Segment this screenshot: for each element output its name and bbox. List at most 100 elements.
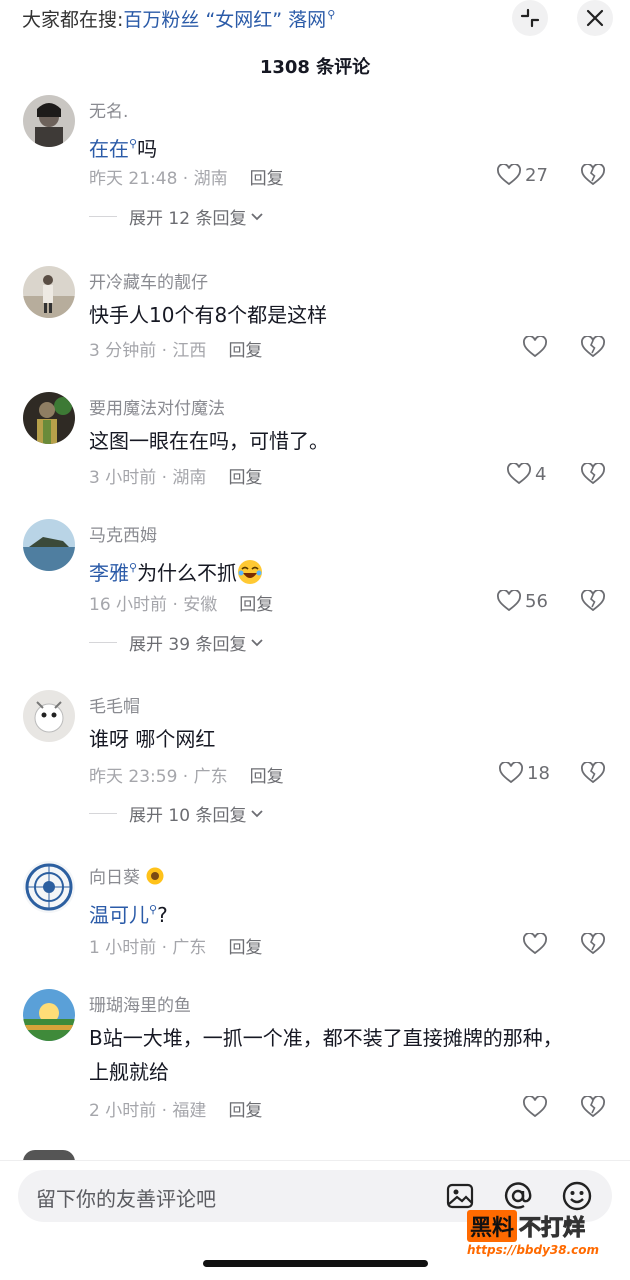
search-icon: ⚲ bbox=[129, 137, 138, 150]
comment-username[interactable]: 马克西姆 bbox=[89, 521, 157, 546]
comment-username[interactable]: 毛毛帽 bbox=[89, 692, 140, 717]
avatar[interactable] bbox=[23, 266, 75, 318]
like-button[interactable]: 56 bbox=[497, 590, 548, 612]
heart-icon bbox=[523, 336, 547, 358]
comment-username[interactable]: 珊瑚海里的鱼 bbox=[89, 991, 191, 1016]
search-suggestion-prefix: 大家都在搜: bbox=[22, 9, 124, 31]
expand-replies-button[interactable]: 展开 39 条回复 bbox=[89, 630, 264, 655]
dislike-button[interactable] bbox=[581, 1095, 605, 1122]
like-count: 4 bbox=[535, 463, 547, 485]
comment-time-location: 3 分钟前 · 江西 bbox=[89, 341, 207, 361]
comment-time-location: 2 小时前 · 福建 bbox=[89, 1101, 207, 1121]
comment-text: 快手人10个有8个都是这样 bbox=[89, 303, 328, 327]
heart-icon bbox=[507, 463, 531, 485]
expand-replies-button[interactable]: 展开 12 条回复 bbox=[89, 204, 264, 229]
broken-heart-icon bbox=[581, 761, 605, 784]
reply-button[interactable]: 回复 bbox=[250, 169, 284, 189]
heart-icon bbox=[523, 933, 547, 955]
comment-text-rest: 吗 bbox=[137, 137, 158, 161]
at-icon[interactable] bbox=[502, 1180, 534, 1212]
close-button[interactable] bbox=[577, 0, 613, 36]
comment-username[interactable]: 要用魔法对付魔法 bbox=[89, 394, 225, 419]
divider bbox=[89, 642, 117, 643]
collapse-button[interactable] bbox=[512, 0, 548, 36]
avatar[interactable] bbox=[23, 690, 75, 742]
heart-icon bbox=[523, 1096, 547, 1118]
broken-heart-icon bbox=[581, 1095, 605, 1118]
avatar[interactable] bbox=[23, 519, 75, 571]
watermark-brand-secondary: 不打烊 bbox=[519, 1216, 586, 1242]
comment-keyword-link[interactable]: 温可儿 bbox=[89, 903, 149, 927]
comment-keyword-link[interactable]: 在在 bbox=[89, 137, 129, 161]
comment-username[interactable]: 无名. bbox=[89, 97, 128, 122]
search-suggestion[interactable]: 大家都在搜:百万粉丝 “女网红” 落网⚲ bbox=[22, 5, 335, 32]
like-button[interactable] bbox=[523, 336, 547, 358]
heart-icon bbox=[497, 590, 521, 612]
dislike-button[interactable] bbox=[581, 589, 605, 616]
comment-username[interactable]: 向日葵 bbox=[89, 863, 165, 888]
reply-button[interactable]: 回复 bbox=[250, 767, 284, 787]
reply-button[interactable]: 回复 bbox=[239, 595, 273, 615]
search-icon: ⚲ bbox=[149, 903, 158, 916]
watermark: 黑料 不打烊 https://bbdy38.com bbox=[467, 1210, 617, 1260]
comment-time-location: 1 小时前 · 广东 bbox=[89, 938, 207, 958]
comment-text: 温可儿⚲? bbox=[89, 893, 604, 932]
comment-username[interactable]: 开冷藏车的靓仔 bbox=[89, 268, 208, 293]
reply-button[interactable]: 回复 bbox=[228, 341, 262, 361]
emoji-icon[interactable] bbox=[561, 1180, 593, 1212]
comment-meta: 3 分钟前 · 江西 回复 bbox=[89, 336, 262, 361]
avatar[interactable] bbox=[23, 95, 75, 147]
dislike-button[interactable] bbox=[581, 335, 605, 362]
avatar[interactable] bbox=[23, 989, 75, 1041]
search-suggestion-keyword[interactable]: 百万粉丝 “女网红” 落网 bbox=[123, 9, 326, 31]
chevron-down-icon bbox=[251, 809, 264, 817]
search-icon: ⚲ bbox=[327, 8, 336, 21]
reply-button[interactable]: 回复 bbox=[228, 1101, 262, 1121]
collapse-icon bbox=[520, 8, 540, 28]
like-button[interactable] bbox=[523, 1096, 547, 1118]
comment-input-placeholder: 留下你的友善评论吧 bbox=[36, 1187, 216, 1211]
expand-replies-button[interactable]: 展开 10 条回复 bbox=[89, 801, 264, 826]
close-icon bbox=[586, 9, 604, 27]
heart-icon bbox=[499, 762, 523, 784]
like-count: 27 bbox=[525, 164, 548, 186]
comment-text: 在在⚲吗 bbox=[89, 127, 604, 166]
watermark-url: https://bbdy38.com bbox=[467, 1243, 600, 1257]
avatar[interactable] bbox=[23, 392, 75, 444]
like-count: 56 bbox=[525, 590, 548, 612]
dislike-button[interactable] bbox=[581, 761, 605, 788]
like-button[interactable]: 27 bbox=[497, 164, 548, 186]
laughing-emoji-icon bbox=[238, 560, 263, 584]
comment-time-location: 昨天 21:48 · 湖南 bbox=[89, 169, 228, 189]
home-indicator[interactable] bbox=[203, 1260, 428, 1267]
broken-heart-icon bbox=[581, 163, 605, 186]
like-button[interactable]: 18 bbox=[499, 762, 550, 784]
avatar[interactable] bbox=[23, 861, 75, 913]
expand-replies-label: 展开 39 条回复 bbox=[129, 635, 247, 655]
username-text: 向日葵 bbox=[89, 868, 140, 888]
broken-heart-icon bbox=[581, 932, 605, 955]
comment-keyword-link[interactable]: 李雅 bbox=[89, 561, 129, 585]
comment-time-location: 3 小时前 · 湖南 bbox=[89, 468, 207, 488]
comment-text: B站一大堆，一抓一个准，都不装了直接摊牌的那种， 上舰就给 bbox=[89, 1021, 604, 1089]
comment-meta: 2 小时前 · 福建 回复 bbox=[89, 1096, 262, 1121]
comment-text: 李雅⚲为什么不抓 bbox=[89, 551, 604, 590]
dislike-button[interactable] bbox=[581, 163, 605, 190]
image-icon[interactable] bbox=[444, 1180, 476, 1212]
comment-text-line: 上舰就给 bbox=[89, 1060, 169, 1084]
divider bbox=[89, 216, 117, 217]
reply-button[interactable]: 回复 bbox=[228, 468, 262, 488]
broken-heart-icon bbox=[581, 462, 605, 485]
comment-time-location: 16 小时前 · 安徽 bbox=[89, 595, 218, 615]
chevron-down-icon bbox=[251, 212, 264, 220]
chevron-down-icon bbox=[251, 638, 264, 646]
like-count: 18 bbox=[527, 762, 550, 784]
comment-text-rest: ? bbox=[157, 903, 168, 927]
comment-meta: 1 小时前 · 广东 回复 bbox=[89, 933, 262, 958]
like-button[interactable] bbox=[523, 933, 547, 955]
dislike-button[interactable] bbox=[581, 462, 605, 489]
search-icon: ⚲ bbox=[129, 561, 138, 574]
like-button[interactable]: 4 bbox=[507, 463, 546, 485]
reply-button[interactable]: 回复 bbox=[228, 938, 262, 958]
dislike-button[interactable] bbox=[581, 932, 605, 959]
